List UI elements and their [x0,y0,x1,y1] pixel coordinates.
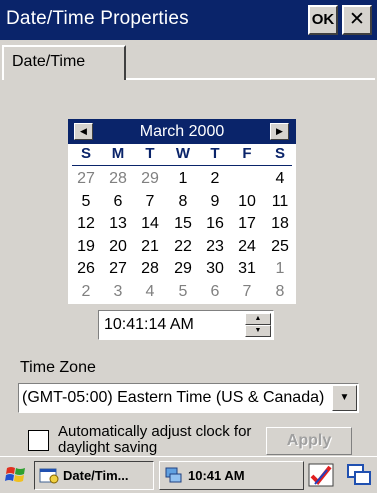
time-zone-label: Time Zone [20,359,96,376]
calendar-day[interactable]: 1 [167,168,199,189]
dropdown-arrow-icon: ▼ [339,392,350,403]
left-arrow-icon: ◀ [80,126,87,136]
taskbar-task-label: Date/Tim... [63,468,129,483]
time-spinner[interactable]: ▲ ▼ [245,313,271,337]
down-arrow-icon: ▼ [254,327,262,334]
close-button[interactable]: ✕ [342,5,372,35]
calendar-day[interactable]: 13 [102,213,134,234]
calendar-header: ◀ March 2000 ▶ [68,119,296,144]
calendar-month-label[interactable]: March 2000 [98,123,266,141]
up-arrow-icon: ▲ [254,315,262,322]
calendar-day[interactable]: 20 [102,236,134,257]
time-picker[interactable]: 10:41:14 AM ▲ ▼ [98,310,274,340]
taskbar: Date/Tim... 10:41 AM [0,456,377,493]
time-zone-value[interactable]: (GMT-05:00) Eastern Time (US & Canada) [22,389,324,407]
calendar-day[interactable]: 14 [134,213,166,234]
weekday-label: S [274,145,285,162]
calendar-day[interactable]: 5 [70,191,102,212]
taskbar-clock[interactable]: 10:41 AM [159,461,304,490]
next-month-button[interactable]: ▶ [270,123,289,140]
pen-check-icon[interactable] [307,462,335,488]
calendar-day-selected[interactable]: 3 [231,168,263,189]
calendar-day[interactable]: 19 [70,236,102,257]
weekday-label: T [210,145,220,162]
calendar-day[interactable]: 3 [102,281,134,302]
calendar-day[interactable]: 10 [231,191,263,212]
calendar-day[interactable]: 31 [231,258,263,279]
calendar-day[interactable]: 29 [167,258,199,279]
time-value[interactable]: 10:41:14 AM [104,316,194,334]
calendar-day[interactable]: 24 [231,236,263,257]
weekday-label: F [242,145,252,162]
calendar-day[interactable]: 1 [264,258,296,279]
weekday-label: W [175,145,191,162]
month-calendar: ◀ March 2000 ▶ SMTWTFS 27 28 29 1 2 3 4 5 6 7 8 9 10… [68,119,296,304]
clock-app-icon [39,468,59,484]
windows-switch-icon[interactable] [345,462,373,488]
taskbar-task-date-time[interactable]: Date/Tim... [34,461,154,490]
calendar-day[interactable]: 4 [264,168,296,189]
time-zone-dropdown-button[interactable]: ▼ [332,385,357,411]
calendar-day[interactable]: 28 [102,168,134,189]
calendar-day[interactable]: 7 [231,281,263,302]
ok-button[interactable]: OK [308,5,338,35]
calendar-day[interactable]: 5 [167,281,199,302]
calendar-day[interactable]: 25 [264,236,296,257]
title-bar: Date/Time Properties OK ✕ [0,0,377,40]
calendar-day[interactable]: 9 [199,191,231,212]
calendar-day[interactable]: 30 [199,258,231,279]
calendar-day[interactable]: 4 [134,281,166,302]
calendar-day[interactable]: 16 [199,213,231,234]
calendar-divider [72,165,292,166]
right-arrow-icon: ▶ [276,126,283,136]
calendar-day[interactable]: 15 [167,213,199,234]
calendar-day[interactable]: 8 [167,191,199,212]
taskbar-clock-label: 10:41 AM [188,468,245,483]
calendar-day[interactable]: 6 [199,281,231,302]
calendar-day[interactable]: 26 [70,258,102,279]
calendar-day[interactable]: 7 [134,191,166,212]
tab-date-time[interactable]: Date/Time [2,45,126,80]
weekday-header-row: SMTWTFS [68,145,296,165]
windows-flag-icon[interactable] [4,463,28,487]
calendar-day[interactable]: 17 [231,213,263,234]
network-icon [165,467,182,483]
calendar-day[interactable]: 29 [134,168,166,189]
calendar-day[interactable]: 6 [102,191,134,212]
apply-button[interactable]: Apply [266,427,352,455]
window-title: Date/Time Properties [6,8,189,29]
time-down-button[interactable]: ▼ [245,325,271,337]
previous-month-button[interactable]: ◀ [74,123,93,140]
calendar-day[interactable]: 2 [70,281,102,302]
calendar-day[interactable]: 12 [70,213,102,234]
calendar-day[interactable]: 11 [264,191,296,212]
weekday-label: M [111,145,125,162]
calendar-day[interactable]: 28 [134,258,166,279]
daylight-saving-checkbox[interactable] [28,430,49,451]
daylight-saving-label[interactable]: Automatically adjust clock for daylight … [58,424,268,455]
weekday-label: T [145,145,155,162]
calendar-day[interactable]: 18 [264,213,296,234]
time-up-button[interactable]: ▲ [245,313,271,325]
weekday-label: S [80,145,91,162]
calendar-day[interactable]: 22 [167,236,199,257]
calendar-day[interactable]: 8 [264,281,296,302]
calendar-day[interactable]: 21 [134,236,166,257]
calendar-day[interactable]: 27 [70,168,102,189]
calendar-day[interactable]: 23 [199,236,231,257]
calendar-day[interactable]: 27 [102,258,134,279]
time-zone-dropdown[interactable]: (GMT-05:00) Eastern Time (US & Canada) ▼ [18,383,359,413]
calendar-day[interactable]: 2 [199,168,231,189]
